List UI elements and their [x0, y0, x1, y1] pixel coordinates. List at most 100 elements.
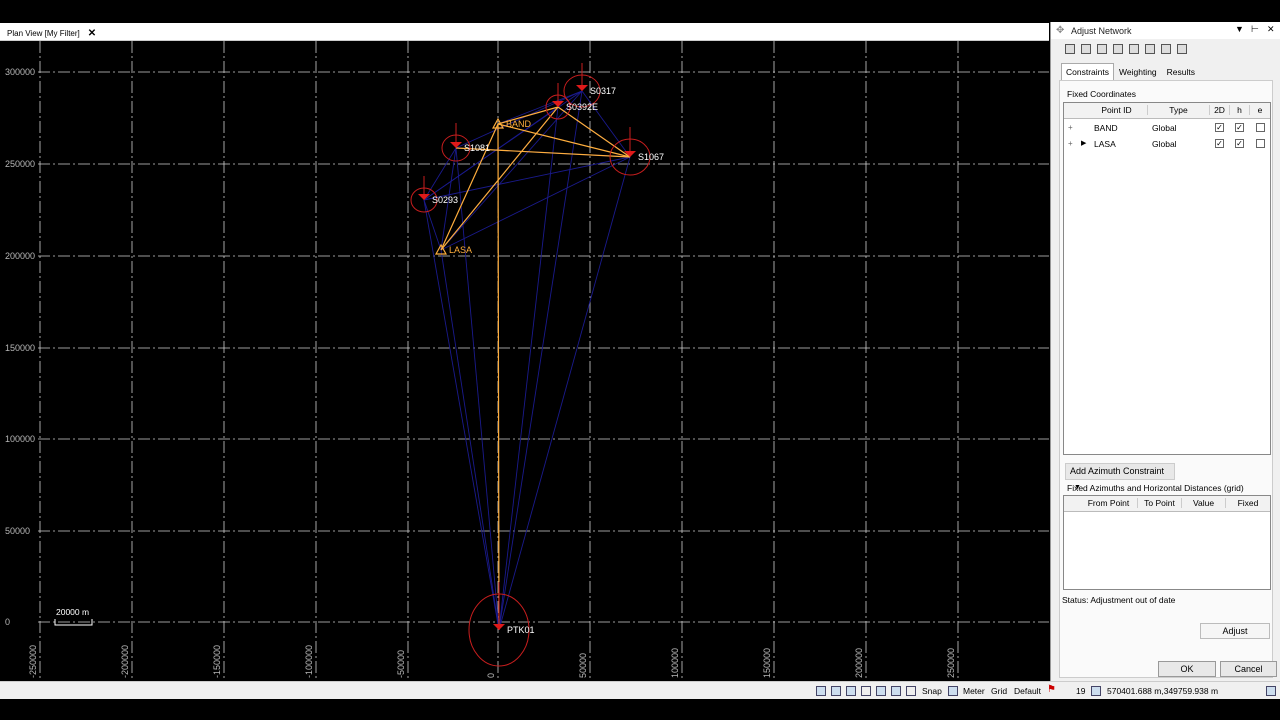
col-point-id[interactable]: Point ID	[1086, 105, 1148, 115]
checklist-icon[interactable]	[1161, 44, 1171, 54]
pin-icon[interactable]: ⊢	[1251, 24, 1259, 35]
checkbox-2d[interactable]: ✓	[1215, 123, 1224, 132]
point-type[interactable]: Global	[1152, 139, 1177, 149]
filter-icon[interactable]	[1065, 44, 1075, 54]
checkbox-2d[interactable]: ✓	[1215, 139, 1224, 148]
y-tick-label: 150000	[5, 343, 35, 353]
expand-icon[interactable]: +	[1068, 139, 1073, 148]
row-pointer-icon: ▶	[1081, 140, 1087, 147]
selection-count: 19	[1076, 686, 1086, 696]
col-value[interactable]: Value	[1182, 498, 1226, 508]
grid-header: From Point To Point Value Fixed	[1064, 496, 1270, 512]
grid-toggle[interactable]: Grid	[991, 686, 1007, 696]
units-icon[interactable]	[948, 686, 958, 696]
grid-toggle-icon[interactable]	[861, 686, 871, 696]
constraints-card: Fixed Coordinates Point ID Type 2D h e +…	[1059, 80, 1273, 678]
close-icon[interactable]: ✕	[88, 28, 96, 39]
cursor-coordinates: 570401.688 m,349759.938 m	[1107, 686, 1219, 696]
table-row[interactable]: + BAND Global ✓ ✓	[1064, 120, 1270, 136]
table-row[interactable]: + ▶ LASA Global ✓ ✓	[1064, 136, 1270, 152]
add-azimuth-constraint-button[interactable]: Add Azimuth Constraint ▼	[1065, 463, 1175, 491]
station-label: S0317	[590, 86, 616, 96]
drag-grip-icon[interactable]: ✥	[1056, 25, 1064, 36]
station-label: S0392E	[566, 102, 598, 112]
y-tick-label: 50000	[5, 526, 30, 536]
tab-plan-view[interactable]: Plan View [My Filter] ✕	[3, 26, 100, 40]
x-tick-label: -100000	[304, 645, 314, 678]
ok-button[interactable]: OK	[1158, 661, 1216, 677]
station-marker[interactable]	[493, 624, 505, 630]
x-tick-label: -150000	[212, 645, 222, 678]
measure-icon[interactable]	[876, 686, 886, 696]
angle-icon[interactable]	[891, 686, 901, 696]
control-line	[497, 123, 500, 631]
tab-constraints[interactable]: Constraints	[1061, 63, 1114, 81]
observation-line	[498, 90, 583, 631]
observation-line	[498, 156, 631, 631]
fixed-azimuths-grid[interactable]: From Point To Point Value Fixed	[1063, 495, 1271, 590]
point-id: LASA	[1094, 139, 1116, 149]
plan-view-canvas[interactable]: 300000 250000 200000 150000 100000 50000 0 -25…	[0, 41, 1049, 680]
tab-results[interactable]: Results	[1162, 63, 1200, 81]
panel-toolbar	[1051, 40, 1280, 58]
tab-weighting[interactable]: Weighting	[1114, 63, 1162, 81]
observation-line	[423, 199, 500, 631]
x-tick-label: 200000	[854, 648, 864, 678]
properties-icon[interactable]	[1266, 686, 1276, 696]
point-type[interactable]: Global	[1152, 123, 1177, 133]
station-marker[interactable]	[450, 142, 462, 148]
axis-icon[interactable]	[906, 686, 916, 696]
cancel-button[interactable]: Cancel	[1220, 661, 1277, 677]
col-from-point[interactable]: From Point	[1080, 498, 1138, 508]
status-bar: Snap Meter Grid Default ⚑ 19 570401.688 …	[0, 681, 1280, 699]
station-label: S1067	[638, 152, 664, 162]
adjust-button[interactable]: Adjust	[1200, 623, 1270, 639]
flag-icon[interactable]: ⚑	[1047, 684, 1056, 695]
col-fixed[interactable]: Fixed	[1226, 498, 1270, 508]
observation-line	[498, 106, 559, 631]
observation-line	[440, 156, 631, 251]
calculator-icon[interactable]	[1081, 44, 1091, 54]
square-icon[interactable]	[1177, 44, 1187, 54]
panel-title: Adjust Network	[1071, 25, 1132, 36]
coordinate-icon	[1091, 686, 1101, 696]
col-2d[interactable]: 2D	[1210, 105, 1230, 115]
panel-header: ✥ Adjust Network ▼ ⊢ ✕	[1051, 22, 1280, 39]
col-type[interactable]: Type	[1148, 105, 1210, 115]
checkbox-e[interactable]	[1256, 123, 1265, 132]
panel-tabs: Constraints Weighting Results	[1061, 63, 1200, 81]
pan-icon[interactable]	[846, 686, 856, 696]
chevron-down-icon[interactable]: ▼	[1235, 24, 1244, 34]
col-to-point[interactable]: To Point	[1138, 498, 1182, 508]
station-marker[interactable]	[576, 85, 588, 91]
snap-toggle[interactable]: Snap	[922, 686, 942, 696]
checkbox-h[interactable]: ✓	[1235, 139, 1244, 148]
default-filter[interactable]: Default	[1014, 686, 1041, 696]
col-e[interactable]: e	[1250, 105, 1270, 115]
checkbox-h[interactable]: ✓	[1235, 123, 1244, 132]
fixed-coordinates-label: Fixed Coordinates	[1067, 89, 1136, 99]
x-tick-label: 50000	[578, 653, 588, 678]
disable-icon[interactable]	[1113, 44, 1123, 54]
report-icon[interactable]	[1097, 44, 1107, 54]
station-label: S0293	[432, 195, 458, 205]
fixed-azimuths-label: Fixed Azimuths and Horizontal Distances …	[1067, 483, 1244, 493]
y-tick-label: 300000	[5, 67, 35, 77]
station-label: BAND	[506, 119, 532, 129]
scale-bar-label: 20000 m	[56, 607, 89, 617]
zoom-icon[interactable]	[831, 686, 841, 696]
y-tick-label: 100000	[5, 434, 35, 444]
close-icon[interactable]: ✕	[1267, 24, 1275, 35]
select-icon[interactable]	[816, 686, 826, 696]
x-tick-label: -200000	[120, 645, 130, 678]
control-line	[557, 106, 631, 158]
station-label: S1081	[464, 143, 490, 153]
col-h[interactable]: h	[1230, 105, 1250, 115]
checkbox-e[interactable]	[1256, 139, 1265, 148]
meter-toggle[interactable]: Meter	[963, 686, 985, 696]
expand-icon[interactable]: +	[1068, 123, 1073, 132]
app-top-bar	[0, 0, 1280, 22]
fixed-coordinates-grid[interactable]: Point ID Type 2D h e + BAND Global ✓ ✓ +…	[1063, 102, 1271, 455]
gear-icon[interactable]	[1129, 44, 1139, 54]
network-icon[interactable]	[1145, 44, 1155, 54]
